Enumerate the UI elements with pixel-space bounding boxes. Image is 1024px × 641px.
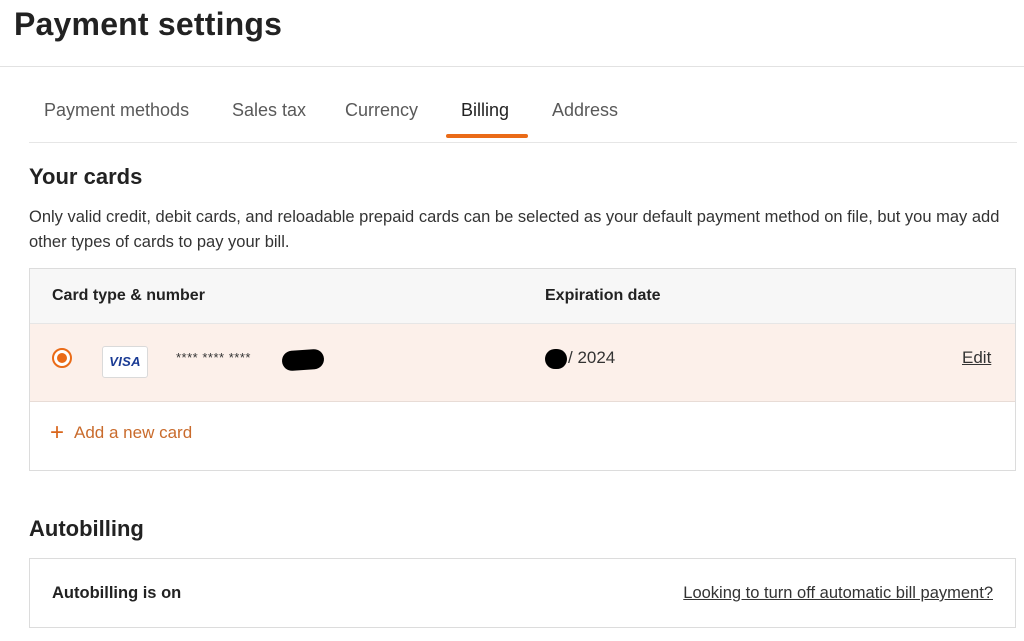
page-title: Payment settings — [14, 6, 283, 42]
add-card-button[interactable]: + Add a new card — [50, 419, 193, 446]
active-tab-indicator — [446, 134, 528, 138]
column-header-expiration: Expiration date — [545, 287, 661, 304]
tab-billing[interactable]: Billing — [461, 100, 509, 121]
cards-table-header: Card type & number Expiration date — [30, 269, 1015, 324]
title-divider — [0, 66, 1024, 67]
column-header-card: Card type & number — [52, 287, 205, 304]
cards-description: Only valid credit, debit cards, and relo… — [29, 208, 1000, 251]
edit-card-link[interactable]: Edit — [962, 348, 991, 368]
autobilling-heading: Autobilling — [29, 516, 144, 541]
turn-off-autobilling-link[interactable]: Looking to turn off automatic bill payme… — [683, 584, 993, 603]
card-number: **** **** **** — [176, 350, 251, 365]
cards-table: Card type & number Expiration date VISA … — [29, 268, 1016, 471]
autobilling-panel: Autobilling is on Looking to turn off au… — [29, 558, 1016, 628]
radio-selected-dot — [57, 353, 67, 363]
your-cards-heading: Your cards — [29, 164, 143, 189]
autobilling-status: Autobilling is on — [52, 584, 182, 602]
tab-payment-methods[interactable]: Payment methods — [44, 100, 189, 121]
tab-sales-tax[interactable]: Sales tax — [232, 100, 306, 121]
tab-currency[interactable]: Currency — [345, 100, 418, 121]
visa-logo: VISA — [102, 346, 148, 378]
redacted-expiration-month — [545, 349, 567, 369]
expiration-date: / 2024 — [568, 348, 616, 367]
redacted-card-digits — [281, 348, 325, 372]
tab-address[interactable]: Address — [552, 100, 618, 121]
add-card-label: Add a new card — [74, 423, 193, 442]
card-row[interactable]: VISA **** **** **** / 2024 Edit — [30, 324, 1015, 402]
default-card-radio[interactable] — [52, 348, 72, 368]
plus-icon: + — [50, 419, 65, 446]
